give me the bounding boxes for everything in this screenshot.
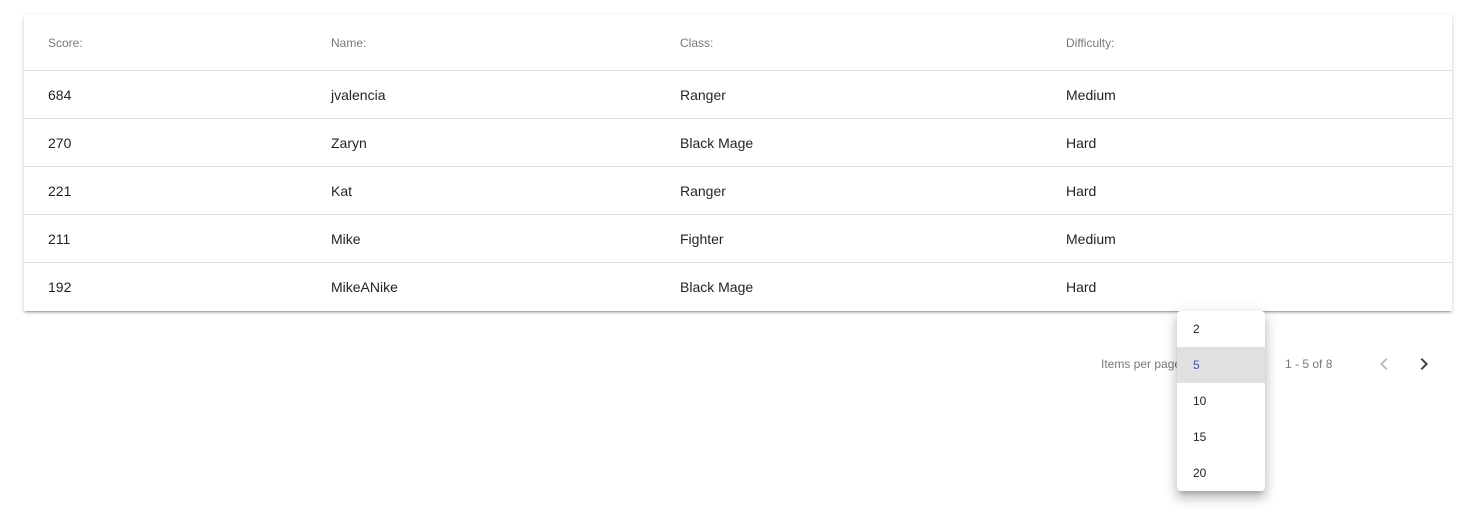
table-row: 684 jvalencia Ranger Medium	[24, 70, 1452, 119]
page-size-option-15[interactable]: 15	[1177, 419, 1265, 455]
difficulty-cell: Hard	[1066, 166, 1452, 215]
table-row: 270 Zaryn Black Mage Hard	[24, 118, 1452, 167]
column-header-class: Class:	[680, 15, 1066, 71]
name-cell: Kat	[331, 166, 680, 215]
scores-table: Score: Name: Class: Difficulty: 684 jval…	[24, 15, 1452, 310]
name-cell: Mike	[331, 214, 680, 263]
header-row: Score: Name: Class: Difficulty:	[24, 15, 1452, 71]
page-size-option-20[interactable]: 20	[1177, 455, 1265, 491]
table-row: 221 Kat Ranger Hard	[24, 166, 1452, 215]
difficulty-cell: Medium	[1066, 70, 1452, 119]
name-cell: Zaryn	[331, 118, 680, 167]
table-row: 192 MikeANike Black Mage Hard	[24, 263, 1452, 311]
score-cell: 221	[24, 166, 331, 215]
column-header-difficulty: Difficulty:	[1066, 15, 1452, 71]
class-cell: Black Mage	[680, 118, 1066, 167]
score-cell: 211	[24, 214, 331, 263]
page-range-label: 1 - 5 of 8	[1285, 357, 1333, 371]
column-header-name: Name:	[331, 15, 680, 71]
page-size-option-2[interactable]: 2	[1177, 311, 1265, 347]
page: Score: Name: Class: Difficulty: 684 jval…	[0, 0, 1473, 515]
page-size-option-5[interactable]: 5	[1177, 347, 1265, 383]
chevron-right-icon	[1420, 358, 1428, 370]
items-per-page-label: Items per page:	[1101, 357, 1185, 371]
page-size-option-10[interactable]: 10	[1177, 383, 1265, 419]
difficulty-cell: Hard	[1066, 118, 1452, 167]
score-cell: 684	[24, 70, 331, 119]
column-header-score: Score:	[24, 15, 331, 71]
scores-table-card: Score: Name: Class: Difficulty: 684 jval…	[24, 15, 1452, 311]
score-cell: 192	[48, 278, 72, 295]
difficulty-cell: Medium	[1066, 214, 1452, 263]
difficulty-cell: Hard	[1066, 278, 1097, 295]
name-cell: jvalencia	[331, 70, 680, 119]
class-cell: Ranger	[680, 166, 1066, 215]
page-size-dropdown: 2 5 10 15 20	[1177, 311, 1265, 491]
chevron-left-icon	[1380, 358, 1388, 370]
previous-page-button[interactable]	[1368, 348, 1400, 380]
score-cell: 270	[24, 118, 331, 167]
class-cell: Black Mage	[680, 278, 754, 295]
class-cell: Fighter	[680, 214, 1066, 263]
table-row: 211 Mike Fighter Medium	[24, 214, 1452, 263]
next-page-button[interactable]	[1408, 348, 1440, 380]
name-cell: MikeANike	[331, 278, 398, 295]
class-cell: Ranger	[680, 70, 1066, 119]
